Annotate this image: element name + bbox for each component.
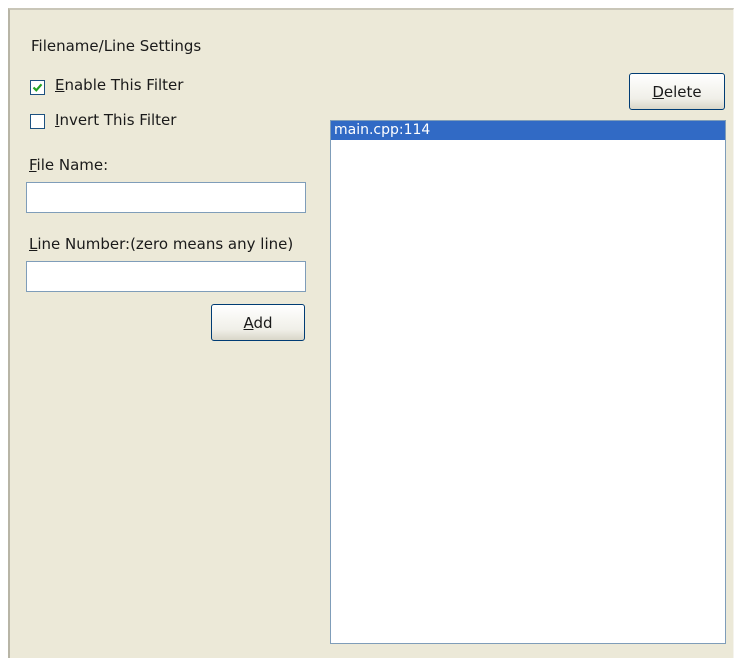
filename-line-settings-panel: Filename/Line Settings Enable This Filte…	[8, 8, 734, 658]
line-number-input[interactable]	[26, 261, 306, 292]
file-name-label: File Name:	[29, 156, 109, 174]
file-name-input[interactable]	[26, 182, 306, 213]
checkmark-icon	[32, 83, 43, 92]
group-title: Filename/Line Settings	[31, 37, 202, 55]
line-number-label: Line Number:(zero means any line)	[29, 235, 294, 253]
filter-list[interactable]: main.cpp:114	[330, 120, 726, 644]
add-button[interactable]: Add	[211, 304, 305, 341]
enable-filter-checkbox[interactable]	[30, 80, 45, 95]
invert-filter-label[interactable]: Invert This Filter	[55, 111, 176, 129]
enable-filter-label[interactable]: Enable This Filter	[55, 76, 183, 94]
invert-filter-checkbox[interactable]	[30, 114, 45, 129]
list-item[interactable]: main.cpp:114	[331, 121, 725, 140]
delete-button[interactable]: Delete	[629, 73, 725, 110]
